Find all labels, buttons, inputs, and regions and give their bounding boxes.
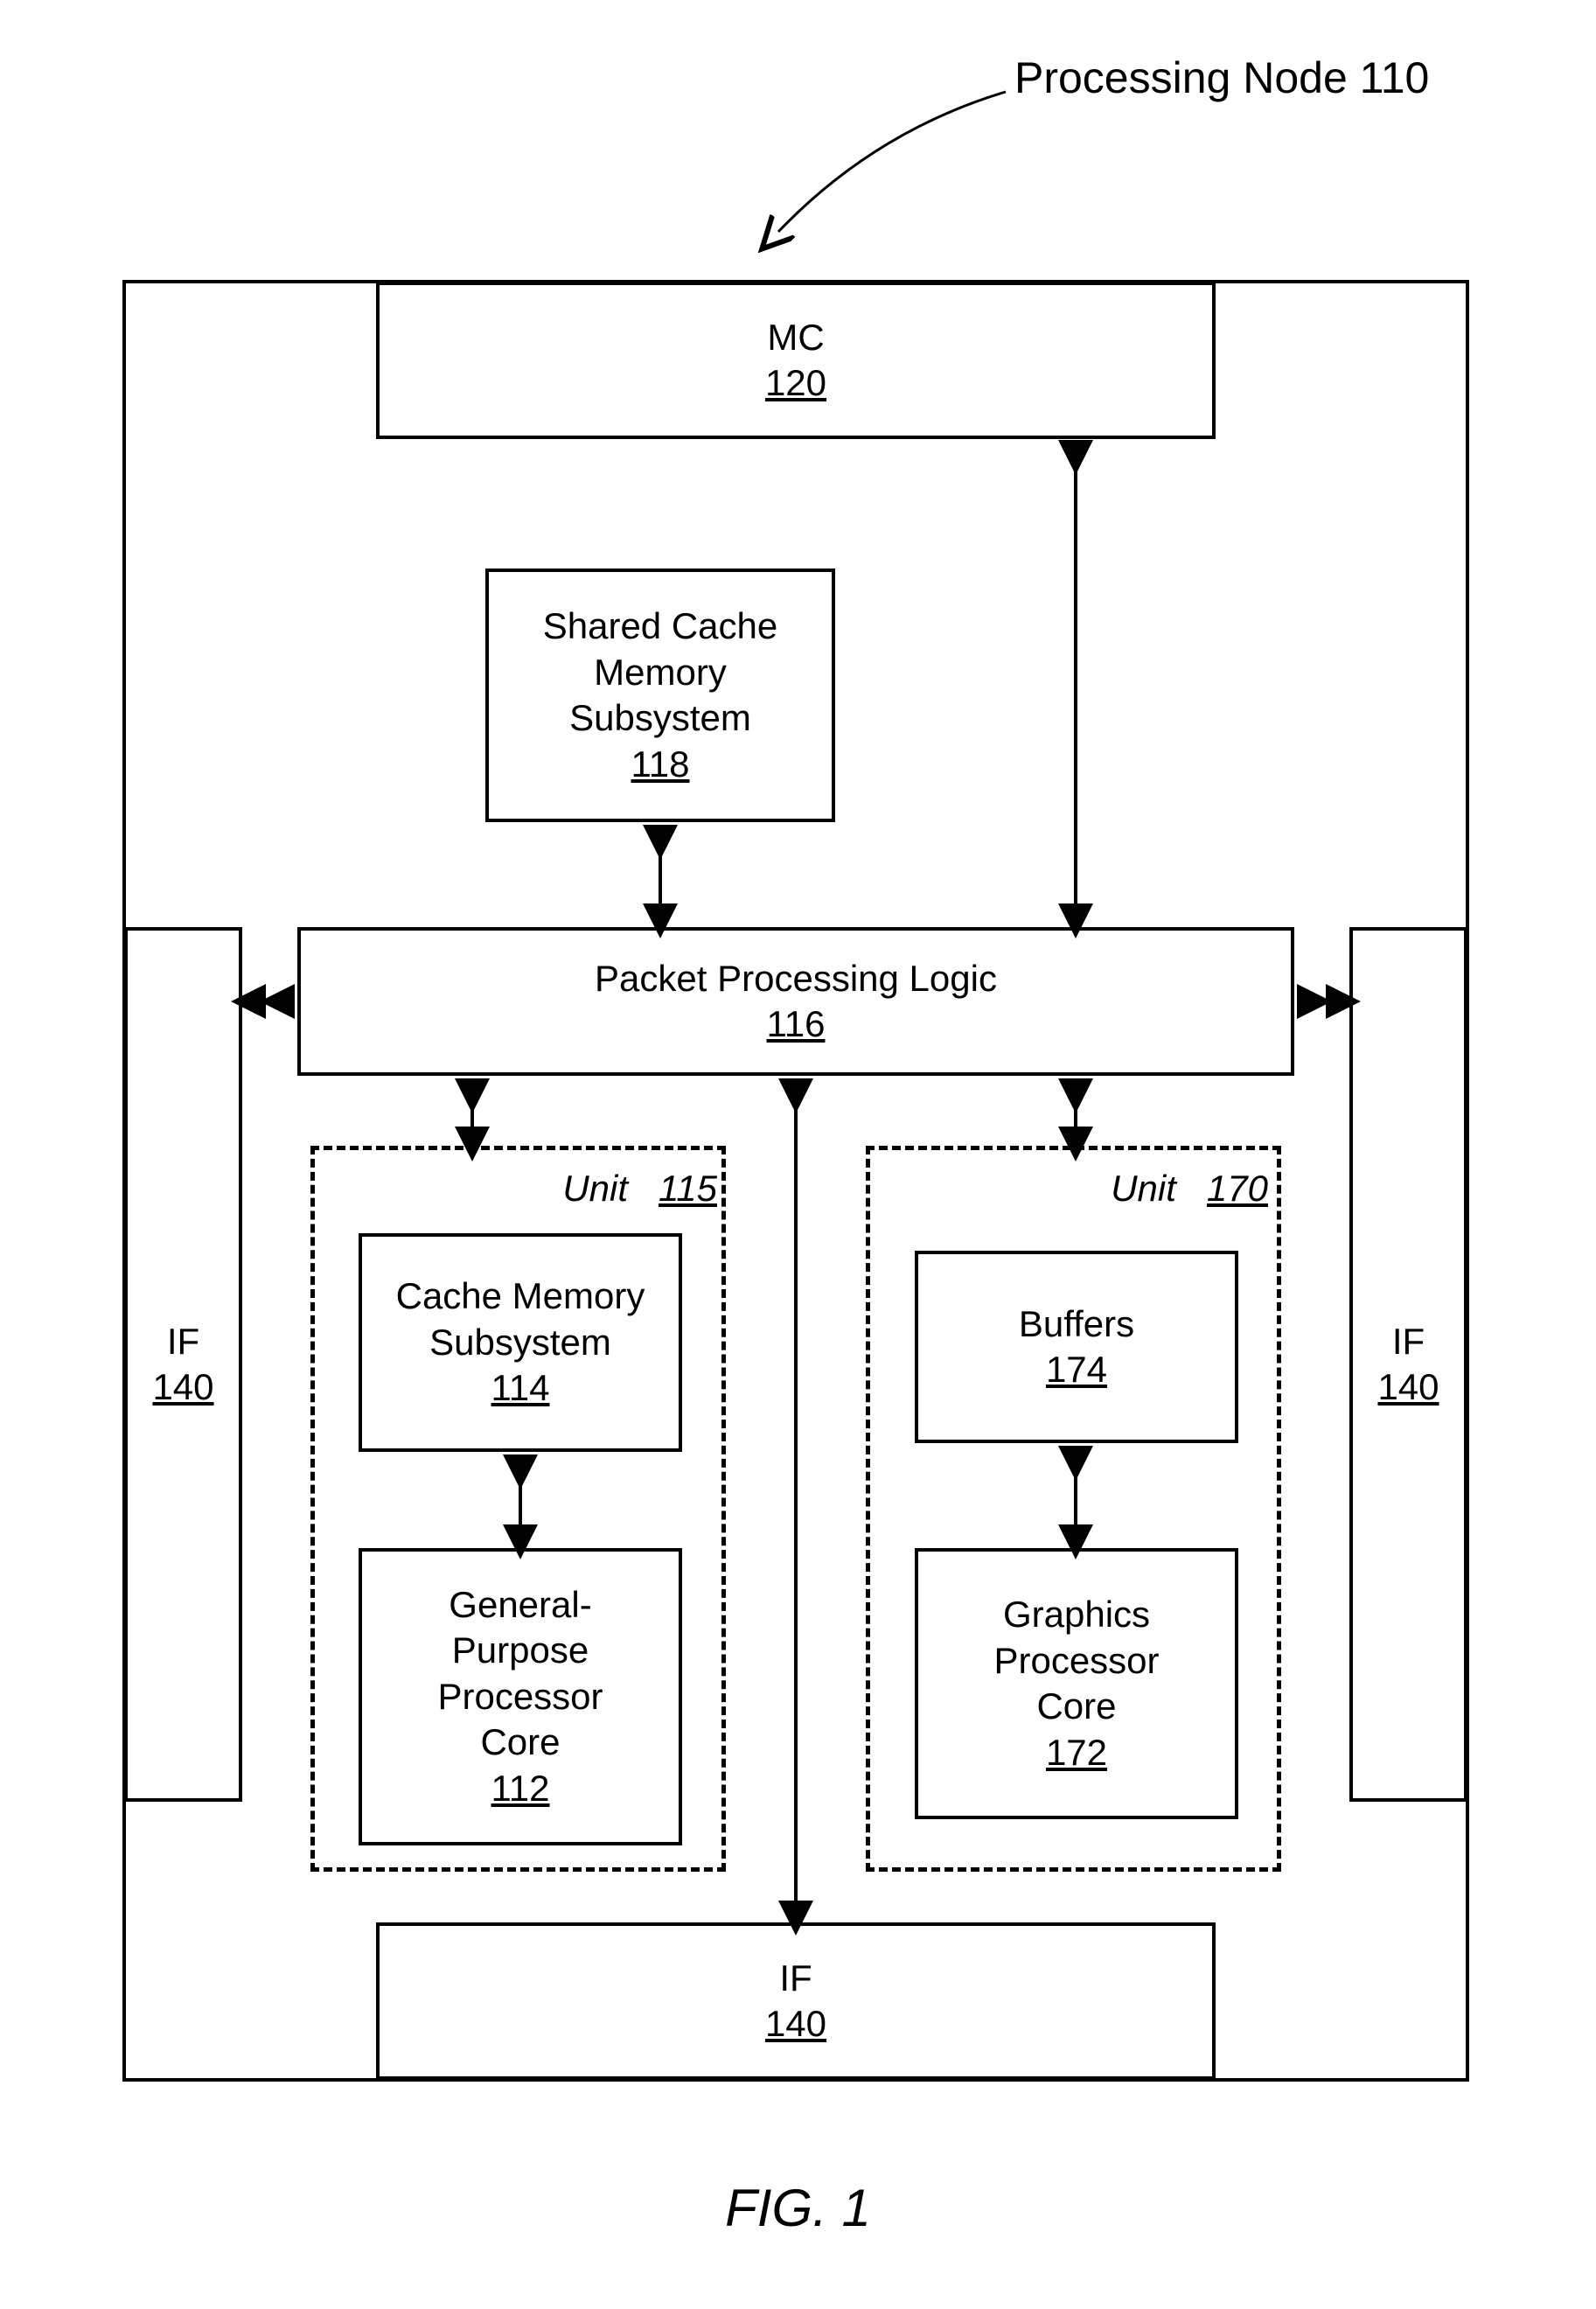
cms-num: 114 (491, 1365, 550, 1412)
gpp-l4: Core (480, 1720, 560, 1766)
gpp-l2: Purpose (452, 1628, 589, 1674)
ppl-title: Packet Processing Logic (595, 956, 997, 1002)
general-processor-block: General- Purpose Processor Core 112 (359, 1548, 682, 1845)
mc-num: 120 (765, 360, 826, 407)
figure-caption: FIG. 1 (0, 2178, 1596, 2238)
cache-memory-block: Cache Memory Subsystem 114 (359, 1233, 682, 1452)
cms-l2: Subsystem (429, 1320, 611, 1366)
scms-l1: Shared Cache (543, 603, 778, 650)
unit-115-num: 115 (659, 1168, 717, 1209)
shared-cache-block: Shared Cache Memory Subsystem 118 (485, 569, 835, 822)
gpc-num: 172 (1046, 1730, 1107, 1776)
ppl-num: 116 (767, 1001, 826, 1048)
packet-processing-block: Packet Processing Logic 116 (297, 927, 1294, 1076)
if-left-num: 140 (152, 1364, 213, 1411)
unit-170-label: Unit 170 (1076, 1168, 1268, 1210)
pointer-label: Processing Node 110 (1014, 52, 1557, 103)
unit-115-word: Unit (562, 1168, 628, 1209)
gpp-l3: Processor (437, 1674, 603, 1720)
if-left-block: IF 140 (124, 927, 242, 1802)
mc-block: MC 120 (376, 282, 1216, 439)
if-bottom-block: IF 140 (376, 1922, 1216, 2080)
scms-num: 118 (631, 742, 690, 788)
buffers-block: Buffers 174 (915, 1251, 1238, 1443)
if-bottom-num: 140 (765, 2001, 826, 2047)
gpp-l1: General- (449, 1582, 591, 1629)
if-bottom-title: IF (779, 1956, 812, 2002)
gpp-num: 112 (491, 1766, 550, 1812)
gpc-l1: Graphics (1003, 1592, 1150, 1638)
scms-l3: Subsystem (569, 695, 751, 742)
if-right-title: IF (1392, 1319, 1425, 1365)
mc-title: MC (767, 315, 824, 361)
buffers-num: 174 (1046, 1347, 1107, 1393)
unit-170-num: 170 (1207, 1168, 1268, 1209)
gpc-l3: Core (1036, 1684, 1116, 1730)
if-right-block: IF 140 (1349, 927, 1467, 1802)
graphics-processor-block: Graphics Processor Core 172 (915, 1548, 1238, 1819)
scms-l2: Memory (594, 650, 727, 696)
if-left-title: IF (167, 1319, 199, 1365)
cms-l1: Cache Memory (396, 1273, 645, 1320)
gpc-l2: Processor (993, 1638, 1159, 1685)
unit-115-label: Unit 115 (525, 1168, 717, 1210)
buffers-title: Buffers (1019, 1301, 1134, 1348)
unit-170-word: Unit (1111, 1168, 1176, 1209)
if-right-num: 140 (1377, 1364, 1439, 1411)
